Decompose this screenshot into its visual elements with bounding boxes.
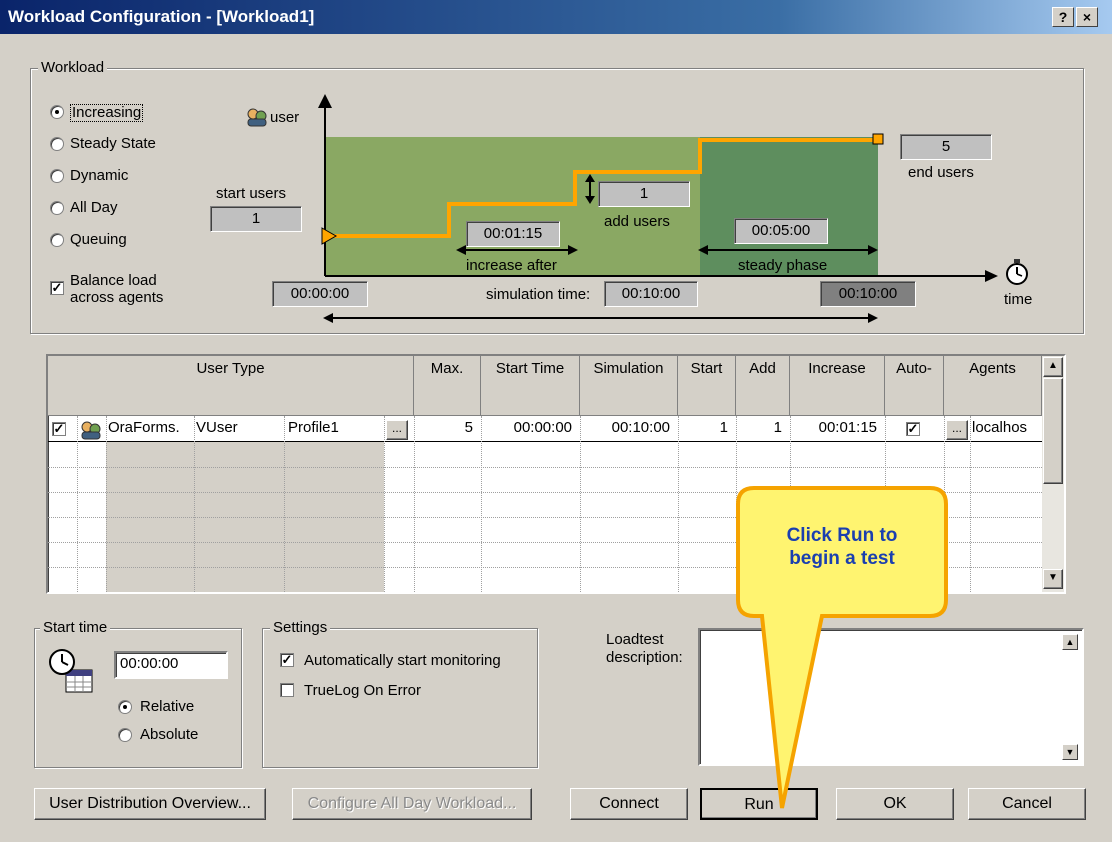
grid-line	[284, 416, 285, 592]
time-axis-label: time	[1004, 291, 1033, 308]
arrowhead-right	[868, 313, 878, 323]
increase-after-value[interactable]: 00:01:15	[466, 221, 560, 247]
callout-line-1: Click Run to	[786, 525, 898, 546]
cell-agents[interactable]: localhos	[970, 416, 1042, 442]
grid-line	[48, 517, 1042, 518]
start-time-input[interactable]: 00:00:00	[114, 651, 228, 679]
header-auto[interactable]: Auto-	[885, 356, 944, 416]
textarea-scroll-down[interactable]: ▼	[1062, 744, 1078, 760]
textarea-scroll-up[interactable]: ▲	[1062, 634, 1078, 650]
run-button[interactable]: Run	[700, 788, 818, 820]
cell-script[interactable]: VUser	[194, 416, 284, 442]
steady-area	[700, 137, 878, 276]
grid-line	[194, 416, 195, 592]
cell-max[interactable]: 5	[414, 416, 481, 442]
callout-line-2: begin a test	[789, 548, 895, 569]
stopwatch-icon	[1006, 259, 1028, 285]
increase-after-label: increase after	[466, 257, 557, 274]
simulation-time-label: simulation time:	[486, 286, 591, 303]
end-time-value: 00:10:00	[820, 281, 916, 307]
header-increase[interactable]: Increase	[790, 356, 885, 416]
radio-indicator	[118, 700, 132, 714]
add-users-label: add users	[604, 213, 670, 230]
scroll-up-button[interactable]: ▲	[1043, 357, 1063, 377]
cell-profile[interactable]: Profile1	[286, 416, 382, 442]
grid-line	[414, 416, 415, 592]
cell-add[interactable]: 1	[736, 416, 790, 442]
header-agents[interactable]: Agents	[944, 356, 1042, 416]
grid-line	[106, 416, 107, 592]
calendar-clock-icon	[49, 649, 93, 693]
user-axis-arrow	[318, 94, 332, 108]
cell-simulation[interactable]: 00:10:00	[580, 416, 678, 442]
agents-browse-button[interactable]: ...	[946, 420, 968, 440]
end-marker	[872, 133, 884, 145]
profile-browse-button[interactable]: ...	[386, 420, 408, 440]
header-max[interactable]: Max.	[414, 356, 481, 416]
start-users-value[interactable]: 1	[210, 206, 302, 232]
truelog-label: TrueLog On Error	[304, 682, 421, 699]
grid-line	[970, 416, 971, 592]
grid-line	[580, 416, 581, 592]
grid-line	[944, 416, 945, 592]
radio-relative[interactable]: Relative	[118, 699, 194, 718]
settings-legend: Settings	[270, 620, 331, 636]
grid-line	[678, 416, 679, 592]
radio-absolute[interactable]: Absolute	[118, 727, 198, 746]
description-label-2: description:	[606, 649, 683, 666]
end-users-label: end users	[908, 164, 974, 181]
grid-line	[48, 467, 1042, 468]
radio-indicator	[118, 728, 132, 742]
configure-all-day-button: Configure All Day Workload...	[292, 788, 532, 820]
grid-line	[48, 492, 1042, 493]
header-add[interactable]: Add	[736, 356, 790, 416]
grid-line	[481, 416, 482, 592]
grid-line	[384, 416, 385, 592]
description-textarea[interactable]	[698, 628, 1084, 766]
table-scrollbar[interactable]: ▲ ▼	[1042, 356, 1064, 592]
grid-line	[77, 416, 78, 592]
grid-line	[736, 416, 737, 592]
start-time-value[interactable]: 00:00:00	[272, 281, 368, 307]
simulation-time-value[interactable]: 00:10:00	[604, 281, 698, 307]
time-axis-arrow	[985, 270, 998, 282]
description-label-1: Loadtest	[606, 631, 664, 648]
header-user-type[interactable]: User Type	[48, 356, 414, 416]
row-enable-checkbox[interactable]: ✓	[52, 422, 66, 436]
user-icon	[81, 421, 101, 440]
radio-label: Relative	[140, 698, 195, 715]
connect-button[interactable]: Connect	[570, 788, 688, 820]
radio-label: Absolute	[140, 726, 199, 743]
truelog-checkbox[interactable]	[280, 683, 294, 697]
scroll-thumb[interactable]	[1043, 378, 1063, 484]
start-time-legend: Start time	[40, 620, 111, 636]
callout-text: Click Run to begin a test	[742, 524, 942, 570]
auto-monitor-checkbox[interactable]: ✓	[280, 653, 294, 667]
cell-start-time[interactable]: 00:00:00	[481, 416, 580, 442]
auto-monitor-label: Automatically start monitoring	[304, 652, 501, 669]
cell-start[interactable]: 1	[678, 416, 736, 442]
header-start-time[interactable]: Start Time	[481, 356, 580, 416]
user-distribution-button[interactable]: User Distribution Overview...	[34, 788, 266, 820]
auto-checkbox[interactable]: ✓	[906, 422, 920, 436]
header-simulation[interactable]: Simulation	[580, 356, 678, 416]
steady-phase-value[interactable]: 00:05:00	[734, 218, 828, 244]
end-users-value[interactable]: 5	[900, 134, 992, 160]
header-start[interactable]: Start	[678, 356, 736, 416]
start-users-label: start users	[216, 185, 287, 202]
cancel-button[interactable]: Cancel	[968, 788, 1086, 820]
scroll-down-button[interactable]: ▼	[1043, 569, 1063, 589]
steady-phase-label: steady phase	[738, 257, 828, 274]
ok-button[interactable]: OK	[836, 788, 954, 820]
arrowhead-left	[323, 313, 333, 323]
user-icon	[247, 108, 267, 127]
add-users-value[interactable]: 1	[598, 181, 690, 207]
user-axis-label: user	[270, 109, 300, 126]
cell-increase[interactable]: 00:01:15	[790, 416, 885, 442]
cell-project[interactable]: OraForms.	[106, 416, 192, 442]
